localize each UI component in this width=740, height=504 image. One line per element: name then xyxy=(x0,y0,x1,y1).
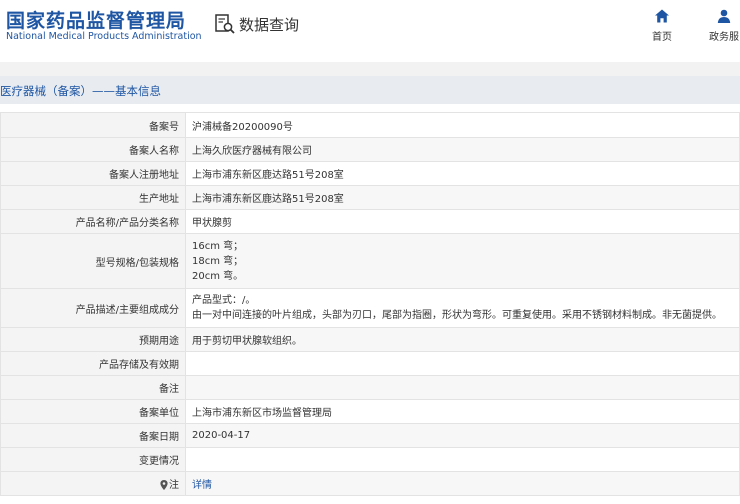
field-label: 产品名称/产品分类名称 xyxy=(0,209,186,234)
field-value: 16cm 弯； 18cm 弯； 20cm 弯。 xyxy=(185,233,740,289)
table-row: 备案人名称 上海久欣医疗器械有限公司 xyxy=(0,137,740,162)
nav-home-label: 首页 xyxy=(652,32,672,43)
field-label: 变更情况 xyxy=(0,447,186,472)
document-search-icon xyxy=(215,14,235,34)
table-row: 生产地址 上海市浦东新区鹿达路51号208室 xyxy=(0,185,740,210)
table-row: 注 详情 xyxy=(0,471,740,496)
field-value: 上海市浦东新区鹿达路51号208室 xyxy=(185,161,740,186)
field-value: 用于剪切甲状腺软组织。 xyxy=(185,327,740,352)
spec-line: 18cm 弯； xyxy=(192,255,244,267)
field-value: 上海久欣医疗器械有限公司 xyxy=(185,137,740,162)
table-row: 备案单位 上海市浦东新区市场监督管理局 xyxy=(0,399,740,424)
field-label: 备注 xyxy=(0,375,186,400)
field-label: 产品描述/主要组成成分 xyxy=(0,288,186,328)
field-label: 预期用途 xyxy=(0,327,186,352)
table-row: 备注 xyxy=(0,375,740,400)
field-label: 型号规格/包装规格 xyxy=(0,233,186,289)
table-row: 产品描述/主要组成成分 产品型式：/。 由一对中间连接的叶片组成，头部为刃口，尾… xyxy=(0,288,740,328)
field-label: 备案单位 xyxy=(0,399,186,424)
data-query-label: 数据查询 xyxy=(239,15,300,34)
spacer xyxy=(0,104,740,112)
section-title-bar: 医疗器械（备案）——基本信息 xyxy=(0,76,740,104)
field-label: 产品存储及有效期 xyxy=(0,351,186,376)
field-label: 生产地址 xyxy=(0,185,186,210)
field-label: 备案人名称 xyxy=(0,137,186,162)
home-icon xyxy=(655,9,669,23)
field-value: 2020-04-17 xyxy=(185,423,740,448)
field-value: 上海市浦东新区鹿达路51号208室 xyxy=(185,185,740,210)
table-row: 产品名称/产品分类名称 甲状腺剪 xyxy=(0,209,740,234)
field-value: 详情 xyxy=(185,471,740,496)
field-value: 甲状腺剪 xyxy=(185,209,740,234)
description-line: 产品型式：/。 xyxy=(192,295,256,306)
table-row: 型号规格/包装规格 16cm 弯； 18cm 弯； 20cm 弯。 xyxy=(0,233,740,289)
logo-title-cn[interactable]: 国家药品监督管理局 xyxy=(6,6,186,33)
data-query-link[interactable]: 数据查询 xyxy=(214,13,299,35)
description-line: 由一对中间连接的叶片组成，头部为刃口，尾部为指圈，形状为弯形。可重复使用。采用不… xyxy=(192,310,722,321)
table-row: 产品存储及有效期 xyxy=(0,351,740,376)
field-value: 沪浦械备20200090号 xyxy=(185,112,740,138)
page-title: 医疗器械（备案）——基本信息 xyxy=(0,84,161,98)
table-row: 备案人注册地址 上海市浦东新区鹿达路51号208室 xyxy=(0,161,740,186)
spec-line: 20cm 弯。 xyxy=(192,270,244,282)
field-label: 备案号 xyxy=(0,112,186,138)
user-icon xyxy=(717,9,731,23)
header-divider-band xyxy=(0,62,740,76)
site-header: 国家药品监督管理局 National Medical Products Admi… xyxy=(0,0,740,62)
nav-government-service-label: 政务服 xyxy=(709,32,739,43)
field-label: 备案日期 xyxy=(0,423,186,448)
note-label: 注 xyxy=(169,480,179,491)
nav-government-service[interactable]: 政务服 xyxy=(704,8,740,43)
record-detail-table: 备案号 沪浦械备20200090号 备案人名称 上海久欣医疗器械有限公司 备案人… xyxy=(0,112,740,496)
field-value: 上海市浦东新区市场监督管理局 xyxy=(185,399,740,424)
spec-line: 16cm 弯； xyxy=(192,240,244,252)
nav-home[interactable]: 首页 xyxy=(642,8,682,43)
field-value: 产品型式：/。 由一对中间连接的叶片组成，头部为刃口，尾部为指圈，形状为弯形。可… xyxy=(185,288,740,328)
logo-title-en[interactable]: National Medical Products Administration xyxy=(6,31,202,42)
location-pin-icon xyxy=(160,480,168,490)
details-link[interactable]: 详情 xyxy=(192,480,212,491)
table-row: 备案日期 2020-04-17 xyxy=(0,423,740,448)
field-label: 备案人注册地址 xyxy=(0,161,186,186)
table-row: 备案号 沪浦械备20200090号 xyxy=(0,112,740,138)
field-value xyxy=(185,375,740,400)
table-row: 预期用途 用于剪切甲状腺软组织。 xyxy=(0,327,740,352)
field-value xyxy=(185,447,740,472)
table-row: 变更情况 xyxy=(0,447,740,472)
field-value xyxy=(185,351,740,376)
field-label: 注 xyxy=(0,471,186,496)
